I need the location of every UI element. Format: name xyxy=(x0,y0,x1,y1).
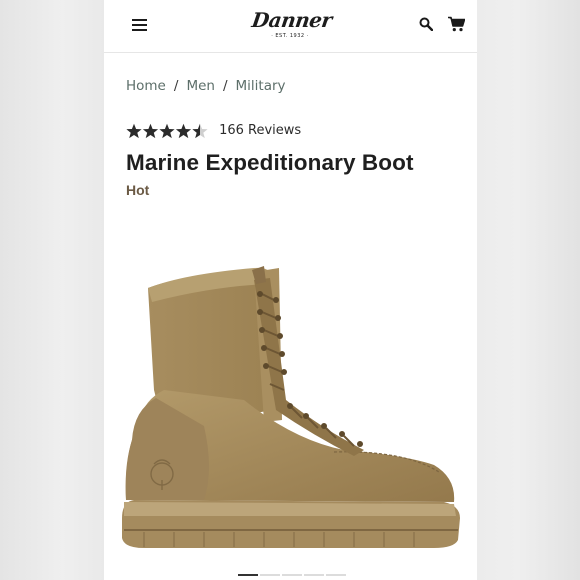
phone-screen: Danner · EST. 1932 · Home / Men / Military xyxy=(104,0,477,580)
breadcrumb-military[interactable]: Military xyxy=(236,78,286,94)
carousel-dot[interactable] xyxy=(282,574,302,576)
boot-image[interactable] xyxy=(104,250,477,570)
star-icon xyxy=(142,123,159,138)
breadcrumb-separator: / xyxy=(173,78,179,94)
breadcrumb-men[interactable]: Men xyxy=(186,78,215,94)
hamburger-icon[interactable] xyxy=(132,18,147,32)
star-icon xyxy=(175,123,192,138)
product-title: Marine Expeditionary Boot xyxy=(126,150,414,175)
carousel-dot[interactable] xyxy=(304,574,324,576)
carousel-dot[interactable] xyxy=(238,574,258,576)
logo-wordmark: Danner xyxy=(250,8,334,32)
background-left xyxy=(0,0,104,580)
product-rating[interactable]: 166 Reviews xyxy=(126,120,301,140)
product-variant: Hot xyxy=(126,182,150,198)
search-icon[interactable] xyxy=(419,17,433,31)
half-star-icon xyxy=(192,123,208,138)
cart-icon[interactable] xyxy=(448,16,465,32)
site-header: Danner · EST. 1932 · xyxy=(104,0,477,53)
breadcrumb-separator: / xyxy=(222,78,228,94)
breadcrumb: Home / Men / Military xyxy=(126,78,286,96)
star-rating xyxy=(126,122,208,140)
star-icon xyxy=(126,123,142,138)
brand-logo[interactable]: Danner · EST. 1932 · xyxy=(250,6,334,44)
background-right xyxy=(477,0,580,580)
logo-established: · EST. 1932 · xyxy=(271,33,309,39)
star-icon xyxy=(159,123,175,138)
carousel-indicator xyxy=(238,574,348,576)
carousel-dot[interactable] xyxy=(326,574,346,576)
carousel-dot[interactable] xyxy=(260,574,280,576)
breadcrumb-home[interactable]: Home xyxy=(126,78,166,94)
reviews-count[interactable]: 166 Reviews xyxy=(219,123,301,138)
